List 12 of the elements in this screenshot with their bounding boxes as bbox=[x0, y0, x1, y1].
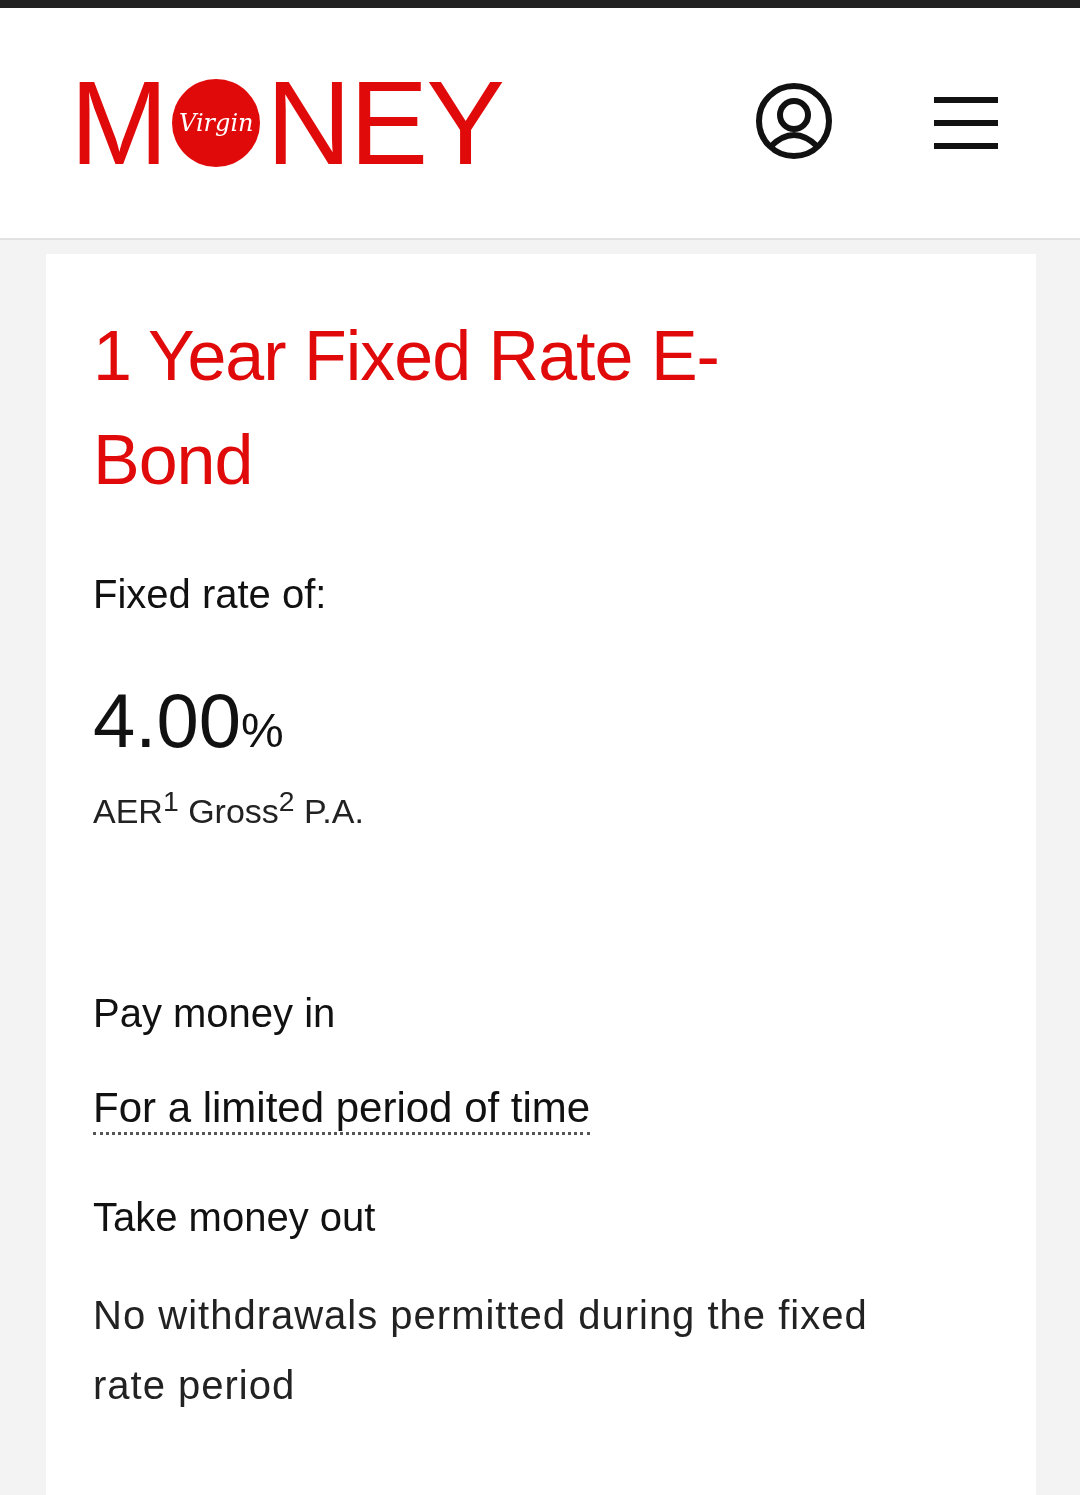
logo-text: NEY bbox=[266, 64, 503, 182]
product-title: 1 Year Fixed Rate E-Bond bbox=[93, 316, 720, 501]
rate-value: 4.00% bbox=[93, 683, 285, 759]
rate-note: AER$^{1}$ Gross$^{2}$ P.A. bbox=[93, 785, 365, 832]
rate-label: Fixed rate of: bbox=[93, 572, 328, 617]
section-heading: Pay money in bbox=[93, 991, 337, 1037]
menu-icon[interactable] bbox=[934, 95, 998, 151]
logo-badge: Virgin bbox=[172, 79, 261, 167]
logo-text: M bbox=[70, 64, 167, 182]
section-text: No withdrawals permitted during the fixed rate period bbox=[93, 1292, 869, 1410]
section-heading: Take money out bbox=[93, 1195, 377, 1241]
info-link[interactable]: For a limited period of time bbox=[93, 1084, 591, 1136]
